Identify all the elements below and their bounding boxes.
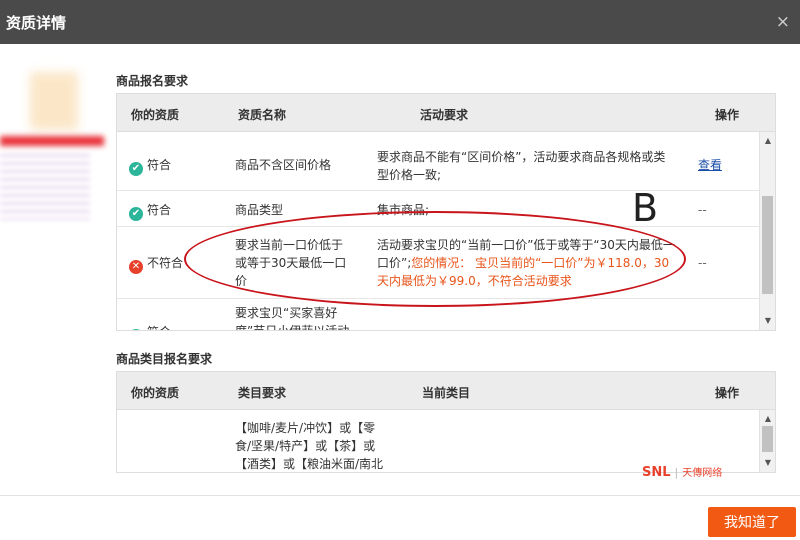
table-row: 【咖啡/麦片/冲饮】或【零 食/坚果/特产】或【茶】或 【酒类】或【粮油米面/南… xyxy=(117,410,761,472)
table-row: ✔符合 要求宝贝“买家喜好 度”节日小伊菲以活动 xyxy=(117,299,761,330)
requirement-text: 集市商品; xyxy=(377,203,430,217)
scroll-down-icon[interactable]: ▼ xyxy=(760,314,775,328)
category-requirements-title: 商品类目报名要求 xyxy=(116,352,213,366)
scrollbar-thumb[interactable] xyxy=(762,426,773,452)
status-pass: ✔符合 xyxy=(129,323,171,330)
col-action: 操作 xyxy=(715,108,740,122)
status-pass: ✔符合 xyxy=(129,201,171,221)
table-row: ✔ 符合 商品类型 集市商品; -- xyxy=(117,191,761,227)
x-icon: ✕ xyxy=(129,260,143,274)
requirement-text: 要求商品不能有“区间价格”，活动要求商品各规格或类 型价格一致; xyxy=(377,150,666,182)
view-link[interactable]: 查看 xyxy=(698,156,722,174)
table-body: ✔ 符合 商品不含区间价格 要求商品不能有“区间价格”，活动要求商品各规格或类 型… xyxy=(117,132,761,330)
scroll-up-icon[interactable]: ▲ xyxy=(760,134,775,148)
table-header: 你的资质 类目要求 当前类目 操作 xyxy=(117,372,775,410)
annotation-label: B xyxy=(632,186,659,230)
col-action: 操作 xyxy=(715,386,740,400)
close-icon[interactable]: × xyxy=(776,12,790,32)
check-icon: ✔ xyxy=(129,329,143,330)
your-situation-text: 您的情况： 宝贝当前的“一口价”为￥118.0，30 xyxy=(411,256,670,270)
scrollbar-thumb[interactable] xyxy=(762,196,773,294)
col-activity-requirement: 活动要求 xyxy=(420,108,469,122)
product-thumbnail-blurred xyxy=(0,66,108,246)
col-your-qualification: 你的资质 xyxy=(131,386,180,400)
col-current-category: 当前类目 xyxy=(422,386,471,400)
scroll-down-icon[interactable]: ▼ xyxy=(760,456,775,470)
vertical-scrollbar[interactable]: ▲ ▼ xyxy=(759,132,775,330)
watermark-logo: SNL | 天傳网络 xyxy=(642,465,723,480)
col-your-qualification: 你的资质 xyxy=(131,108,180,122)
col-qualification-name: 资质名称 xyxy=(238,108,287,122)
scroll-up-icon[interactable]: ▲ xyxy=(760,412,775,426)
footer-divider xyxy=(0,495,800,496)
category-requirements-table: 你的资质 类目要求 当前类目 操作 【咖啡/麦片/冲饮】或【零 食/坚果/特产】… xyxy=(116,371,776,473)
requirement-text: 活动要求宝贝的“当前一口价”低于或等于“30天内最低一 口价”;您的情况： 宝贝… xyxy=(377,236,697,290)
check-icon: ✔ xyxy=(129,207,143,221)
table-row: ✔ 符合 商品不含区间价格 要求商品不能有“区间价格”，活动要求商品各规格或类 型… xyxy=(117,132,761,191)
table-header: 你的资质 资质名称 活动要求 操作 xyxy=(117,94,775,132)
status-fail: ✕ 不符合 xyxy=(129,254,183,274)
action-empty: -- xyxy=(698,203,707,217)
check-icon: ✔ xyxy=(129,162,143,176)
dialog-title: 资质详情 xyxy=(6,14,67,32)
col-category-requirement: 类目要求 xyxy=(238,386,287,400)
status-pass: ✔符合 xyxy=(129,156,171,176)
vertical-scrollbar[interactable]: ▲ ▼ xyxy=(759,410,775,472)
product-requirements-table: 你的资质 资质名称 活动要求 操作 ✔ 符合 商品不含区间价格 要求商品不能有“区… xyxy=(116,93,776,331)
table-row: ✕ 不符合 要求当前一口价低于 或等于30天最低一口 价 活动要求宝贝的“当前一口… xyxy=(117,227,761,299)
qualification-name: 要求当前一口价低于 或等于30天最低一口 价 xyxy=(235,238,347,288)
qualification-name: 商品不含区间价格 xyxy=(235,158,332,172)
qualification-name: 要求宝贝“买家喜好 度”节日小伊菲以活动 xyxy=(235,306,349,330)
got-it-button[interactable]: 我知道了 xyxy=(708,507,796,537)
action-empty: -- xyxy=(698,256,707,270)
product-requirements-title: 商品报名要求 xyxy=(116,74,189,88)
qualification-name: 商品类型 xyxy=(235,203,284,217)
dialog-title-bar: 资质详情 × xyxy=(0,0,800,44)
table-body: 【咖啡/麦片/冲饮】或【零 食/坚果/特产】或【茶】或 【酒类】或【粮油米面/南… xyxy=(117,410,761,472)
your-situation-text-line2: 天内最低为￥99.0，不符合活动要求 xyxy=(377,274,572,288)
category-requirement-text: 【咖啡/麦片/冲饮】或【零 食/坚果/特产】或【茶】或 【酒类】或【粮油米面/南… xyxy=(235,421,384,471)
